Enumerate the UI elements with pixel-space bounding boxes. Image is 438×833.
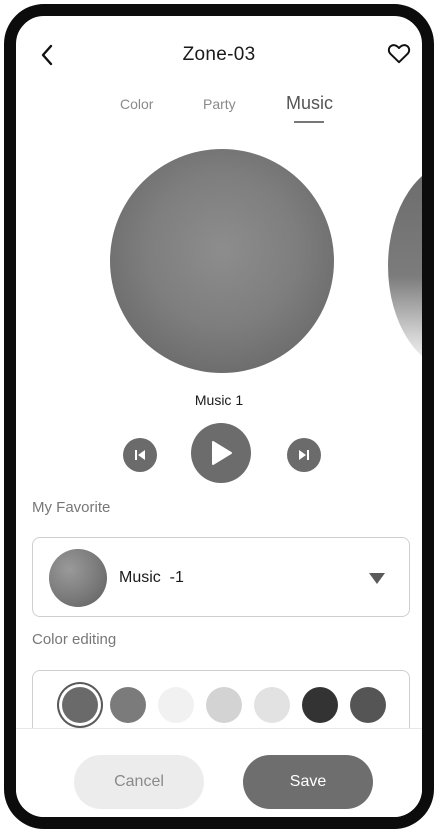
color-swatch[interactable] <box>302 687 338 723</box>
tab-party[interactable]: Party <box>203 96 236 112</box>
color-swatch[interactable] <box>254 687 290 723</box>
track-name: Music 1 <box>194 392 244 408</box>
caret-down-icon <box>369 573 385 584</box>
save-button[interactable]: Save <box>243 755 373 809</box>
music-cover-next[interactable] <box>388 161 422 371</box>
play-icon <box>212 441 232 465</box>
favorite-thumbnail <box>49 549 107 607</box>
screen: Zone-03 Color Party Music Music 1 My Fav… <box>16 16 422 817</box>
previous-track-button[interactable] <box>123 438 157 472</box>
my-favorite-label: My Favorite <box>32 499 111 516</box>
next-track-button[interactable] <box>287 438 321 472</box>
favorite-button[interactable] <box>386 40 412 66</box>
phone-frame: Zone-03 Color Party Music Music 1 My Fav… <box>4 4 434 829</box>
color-swatch[interactable] <box>158 687 194 723</box>
color-swatch[interactable] <box>110 687 146 723</box>
heart-outline-icon <box>387 44 411 64</box>
color-swatch[interactable] <box>62 687 98 723</box>
favorite-dropdown[interactable]: Music -1 <box>32 537 410 617</box>
tab-color[interactable]: Color <box>120 96 153 112</box>
color-swatch[interactable] <box>206 687 242 723</box>
music-cover-current[interactable] <box>110 149 334 373</box>
tab-music[interactable]: Music <box>286 93 333 114</box>
play-button[interactable] <box>191 423 251 483</box>
page-title: Zone-03 <box>182 44 256 65</box>
skip-previous-icon <box>135 450 145 460</box>
skip-next-icon <box>299 450 309 460</box>
favorite-selected-value: Music -1 <box>119 569 184 586</box>
cancel-button[interactable]: Cancel <box>74 755 204 809</box>
color-swatch[interactable] <box>350 687 386 723</box>
color-editing-label: Color editing <box>32 631 117 648</box>
active-tab-indicator <box>294 121 324 123</box>
